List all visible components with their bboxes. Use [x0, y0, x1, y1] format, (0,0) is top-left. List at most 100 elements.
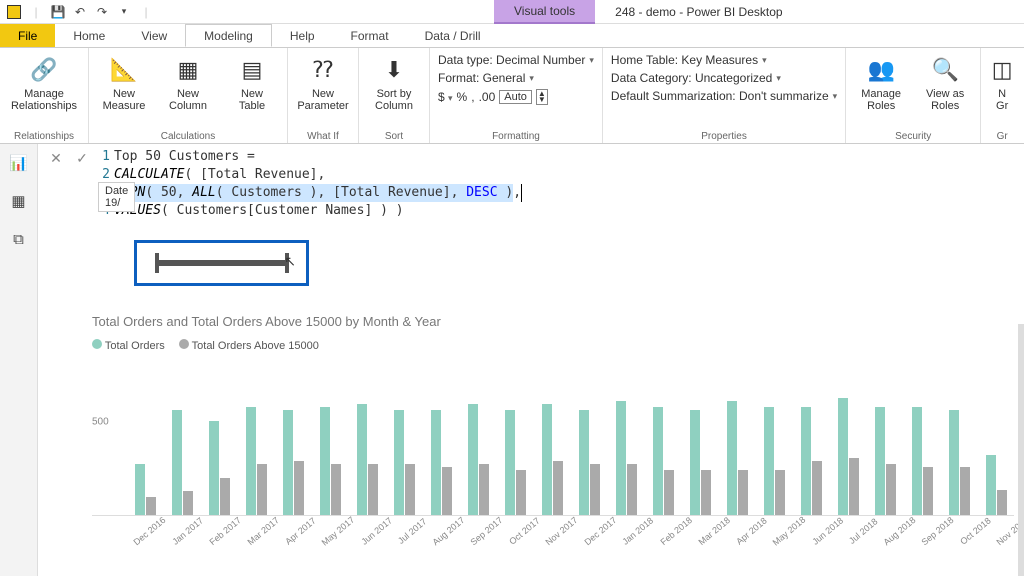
tab-format[interactable]: Format [333, 24, 407, 47]
data-type-dropdown[interactable]: Data type: Decimal Number ▾ [436, 52, 596, 68]
x-label: Feb 2018 [658, 515, 694, 547]
measure-icon: 📐 [108, 54, 140, 86]
relationships-icon: 🔗 [28, 54, 60, 86]
bar-pair [683, 410, 718, 515]
bar-pair [720, 401, 755, 515]
decimal-places-input[interactable]: Auto [499, 90, 532, 104]
decimal-button[interactable]: .00 [479, 90, 496, 104]
group-properties: Home Table: Key Measures ▾ Data Category… [603, 48, 846, 143]
bar-pair [609, 401, 644, 515]
redo-icon[interactable]: ↷ [92, 2, 112, 22]
home-table-dropdown[interactable]: Home Table: Key Measures ▾ [609, 52, 839, 68]
cancel-formula-icon[interactable]: ✕ [46, 148, 66, 168]
new-column-button[interactable]: ▦New Column [159, 50, 217, 112]
new-group-button[interactable]: ◫N Gr [987, 50, 1017, 112]
legend-swatch-2 [179, 339, 189, 349]
new-table-button[interactable]: ▤New Table [223, 50, 281, 112]
bar-series-1 [727, 401, 737, 515]
manage-relationships-button[interactable]: 🔗 Manage Relationships [6, 50, 82, 112]
bar-series-2 [738, 470, 748, 515]
x-label: Apr 2017 [283, 516, 317, 547]
bar-series-1 [690, 410, 700, 515]
view-as-roles-button[interactable]: 🔍View as Roles [916, 50, 974, 112]
bar-series-1 [357, 404, 367, 515]
group-icon: ◫ [986, 54, 1018, 86]
x-label: Sep 2017 [469, 515, 505, 547]
pane-resize-handle[interactable] [1018, 324, 1024, 576]
bar-series-2 [553, 461, 563, 515]
view-as-icon: 🔍 [929, 54, 961, 86]
bar-series-1 [875, 407, 885, 515]
tab-home[interactable]: Home [55, 24, 123, 47]
bar-series-2 [590, 464, 600, 515]
tab-file[interactable]: File [0, 24, 55, 47]
x-label: May 2018 [771, 515, 808, 548]
data-category-dropdown[interactable]: Data Category: Uncategorized ▾ [609, 70, 839, 86]
bar-pair [572, 410, 607, 515]
x-label: Oct 2017 [507, 516, 541, 547]
undo-icon[interactable]: ↶ [70, 2, 90, 22]
x-label: Aug 2018 [881, 515, 917, 547]
manage-roles-button[interactable]: 👥Manage Roles [852, 50, 910, 112]
dax-editor[interactable]: 1Top 50 Customers = 2CALCULATE( [Total R… [98, 148, 522, 220]
bar-series-2 [220, 478, 230, 516]
bar-series-2 [368, 464, 378, 515]
sort-by-column-button[interactable]: ⬇Sort by Column [365, 50, 423, 112]
x-label: May 2017 [320, 515, 357, 548]
divider: | [26, 2, 46, 22]
group-groups: ◫N Gr Gr [981, 48, 1023, 143]
bar-series-2 [775, 470, 785, 515]
bar-series-1 [616, 401, 626, 515]
bar-series-2 [146, 497, 156, 515]
slider-handle-left[interactable] [155, 253, 159, 273]
bar-series-1 [801, 407, 811, 515]
tab-modeling[interactable]: Modeling [185, 24, 272, 47]
bar-pair [757, 407, 792, 515]
bar-pair [905, 407, 940, 515]
data-view-icon[interactable]: ▦ [8, 190, 30, 212]
new-parameter-button[interactable]: ⁇New Parameter [294, 50, 352, 112]
save-icon[interactable]: 💾 [48, 2, 68, 22]
workspace: 📊 ▦ ⧉ ✕ ✓ 1Top 50 Customers = 2CALCULATE… [0, 144, 1024, 576]
group-security: 👥Manage Roles 🔍View as Roles Security [846, 48, 981, 143]
bar-series-2 [812, 461, 822, 515]
divider: | [136, 2, 156, 22]
bar-pair [128, 464, 163, 515]
bar-series-2 [701, 470, 711, 515]
slider-track[interactable] [157, 260, 287, 266]
tab-data-drill[interactable]: Data / Drill [407, 24, 499, 47]
bar-pair [868, 407, 903, 515]
app-logo-icon [4, 2, 24, 22]
commit-formula-icon[interactable]: ✓ [72, 148, 92, 168]
model-view-icon[interactable]: ⧉ [8, 228, 30, 250]
bar-series-2 [257, 464, 267, 515]
bar-series-2 [442, 467, 452, 515]
ribbon-tabs: File Home View Modeling Help Format Data… [0, 24, 1024, 48]
default-summarization-dropdown[interactable]: Default Summarization: Don't summarize ▾ [609, 88, 839, 104]
decimal-spinner[interactable]: ▲▼ [536, 89, 548, 105]
cursor-icon: ↖ [284, 253, 296, 270]
legend-swatch-1 [92, 339, 102, 349]
bar-series-2 [960, 467, 970, 515]
report-canvas: ✕ ✓ 1Top 50 Customers = 2CALCULATE( [Tot… [38, 144, 1024, 576]
date-slicer-fragment: Date 19/ [98, 182, 135, 212]
bar-pair [276, 410, 311, 515]
x-label: Dec 2016 [132, 515, 168, 547]
qat-dropdown-icon[interactable]: ▾ [114, 2, 134, 22]
bar-series-1 [912, 407, 922, 515]
tab-help[interactable]: Help [272, 24, 333, 47]
bar-pair [424, 410, 459, 515]
formula-bar: ✕ ✓ 1Top 50 Customers = 2CALCULATE( [Tot… [38, 144, 1024, 224]
new-measure-button[interactable]: 📐New Measure [95, 50, 153, 112]
x-label: Aug 2017 [430, 515, 466, 547]
quick-access-toolbar: | 💾 ↶ ↷ ▾ | [0, 2, 160, 22]
chart-visual[interactable]: Total Orders and Total Orders Above 1500… [92, 314, 1014, 526]
report-view-icon[interactable]: 📊 [8, 152, 30, 174]
format-dropdown[interactable]: Format: General ▾ [436, 70, 596, 86]
tab-view[interactable]: View [123, 24, 185, 47]
currency-button[interactable]: $ ▾ [438, 90, 453, 104]
percent-button[interactable]: % [457, 90, 468, 104]
contextual-tab-title: Visual tools [494, 0, 595, 24]
bar-pair [646, 407, 681, 515]
comma-button[interactable]: , [471, 90, 474, 104]
